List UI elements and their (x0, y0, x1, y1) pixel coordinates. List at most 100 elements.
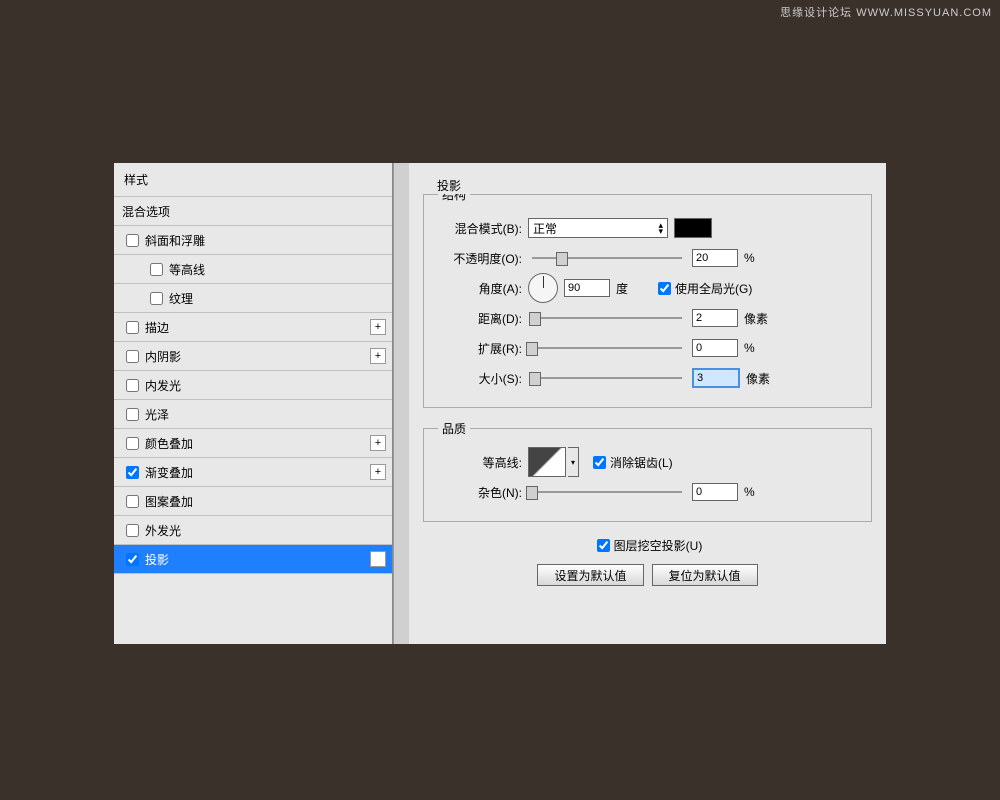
spread-slider[interactable] (532, 347, 682, 349)
style-item-图案叠加[interactable]: 图案叠加 (114, 487, 392, 516)
contour-dropdown[interactable]: ▾ (568, 447, 579, 477)
style-checkbox[interactable] (126, 379, 139, 392)
distance-unit: 像素 (744, 310, 774, 327)
distance-slider[interactable] (532, 317, 682, 319)
opacity-row: 不透明度(O): % (438, 247, 857, 269)
quality-legend: 品质 (438, 420, 470, 437)
style-checkbox[interactable] (126, 437, 139, 450)
slider-thumb[interactable] (526, 486, 538, 500)
distance-row: 距离(D): 像素 (438, 307, 857, 329)
antialias-label: 消除锯齿(L) (610, 454, 673, 471)
style-label: 描边 (145, 319, 370, 336)
style-label: 光泽 (145, 406, 386, 423)
style-checkbox[interactable] (126, 234, 139, 247)
add-effect-icon[interactable]: + (370, 435, 386, 451)
opacity-unit: % (744, 251, 774, 265)
angle-dial[interactable] (528, 273, 558, 303)
styles-scrollbar[interactable] (393, 163, 409, 644)
style-label: 颜色叠加 (145, 435, 370, 452)
style-item-等高线[interactable]: 等高线 (114, 255, 392, 284)
noise-unit: % (744, 485, 774, 499)
spread-row: 扩展(R): % (438, 337, 857, 359)
noise-input[interactable] (692, 483, 738, 501)
style-label: 斜面和浮雕 (145, 232, 386, 249)
style-item-渐变叠加[interactable]: 渐变叠加+ (114, 458, 392, 487)
add-effect-icon[interactable]: + (370, 348, 386, 364)
size-slider[interactable] (532, 377, 682, 379)
style-item-外发光[interactable]: 外发光 (114, 516, 392, 545)
quality-group: 品质 等高线: ▾ 消除锯齿(L) 杂色(N): % (423, 420, 872, 522)
drop-shadow-panel: 投影 结构 混合模式(B): 正常 ▴▾ 不透明度(O): % 角度(A): (409, 163, 886, 644)
global-light-checkbox[interactable] (658, 282, 671, 295)
style-checkbox[interactable] (126, 350, 139, 363)
panel-title: 投影 (431, 177, 467, 194)
spread-label: 扩展(R): (438, 340, 522, 357)
style-label: 外发光 (145, 522, 386, 539)
spread-input[interactable] (692, 339, 738, 357)
blend-mode-value: 正常 (533, 220, 557, 237)
noise-row: 杂色(N): % (438, 481, 857, 503)
styles-header: 样式 (114, 163, 392, 197)
style-label: 等高线 (169, 261, 386, 278)
contour-preview[interactable] (528, 447, 566, 477)
style-checkbox[interactable] (150, 263, 163, 276)
spread-unit: % (744, 341, 774, 355)
size-row: 大小(S): 像素 (438, 367, 857, 389)
watermark-text: 思缘设计论坛 WWW.MISSYUAN.COM (780, 4, 992, 20)
opacity-label: 不透明度(O): (438, 250, 522, 267)
add-effect-icon[interactable]: + (370, 319, 386, 335)
style-item-描边[interactable]: 描边+ (114, 313, 392, 342)
slider-thumb[interactable] (526, 342, 538, 356)
style-checkbox[interactable] (150, 292, 163, 305)
antialias-checkbox[interactable] (593, 456, 606, 469)
blend-mode-select[interactable]: 正常 ▴▾ (528, 218, 668, 238)
shadow-color-swatch[interactable] (674, 218, 712, 238)
add-effect-icon[interactable]: + (370, 464, 386, 480)
size-unit: 像素 (746, 370, 776, 387)
style-label: 图案叠加 (145, 493, 386, 510)
distance-input[interactable] (692, 309, 738, 327)
style-item-颜色叠加[interactable]: 颜色叠加+ (114, 429, 392, 458)
slider-thumb[interactable] (529, 312, 541, 326)
style-label: 投影 (145, 551, 370, 568)
style-item-斜面和浮雕[interactable]: 斜面和浮雕 (114, 226, 392, 255)
angle-row: 角度(A): 度 使用全局光(G) (438, 277, 857, 299)
style-item-投影[interactable]: 投影+ (114, 545, 392, 574)
style-label: 混合选项 (122, 203, 386, 220)
style-checkbox[interactable] (126, 321, 139, 334)
angle-input[interactable] (564, 279, 610, 297)
style-item-混合选项[interactable]: 混合选项 (114, 197, 392, 226)
knockout-checkbox[interactable] (597, 539, 610, 552)
style-checkbox[interactable] (126, 408, 139, 421)
reset-default-button[interactable]: 复位为默认值 (652, 564, 758, 586)
contour-label: 等高线: (438, 454, 522, 471)
style-checkbox[interactable] (126, 495, 139, 508)
style-item-内阴影[interactable]: 内阴影+ (114, 342, 392, 371)
style-label: 内阴影 (145, 348, 370, 365)
contour-row: 等高线: ▾ 消除锯齿(L) (438, 451, 857, 473)
style-item-内发光[interactable]: 内发光 (114, 371, 392, 400)
blend-mode-row: 混合模式(B): 正常 ▴▾ (438, 217, 857, 239)
knockout-label: 图层挖空投影(U) (614, 537, 703, 554)
slider-thumb[interactable] (529, 372, 541, 386)
size-input[interactable] (692, 368, 740, 388)
size-label: 大小(S): (438, 370, 522, 387)
style-label: 内发光 (145, 377, 386, 394)
opacity-slider[interactable] (532, 257, 682, 259)
styles-left-panel: 样式 混合选项斜面和浮雕等高线纹理描边+内阴影+内发光光泽颜色叠加+渐变叠加+图… (114, 163, 393, 644)
knockout-row: 图层挖空投影(U) (423, 534, 872, 556)
style-checkbox[interactable] (126, 466, 139, 479)
style-item-纹理[interactable]: 纹理 (114, 284, 392, 313)
style-checkbox[interactable] (126, 553, 139, 566)
set-default-button[interactable]: 设置为默认值 (537, 564, 643, 586)
style-checkbox[interactable] (126, 524, 139, 537)
noise-label: 杂色(N): (438, 484, 522, 501)
add-effect-icon[interactable]: + (370, 551, 386, 567)
noise-slider[interactable] (532, 491, 682, 493)
global-light-label: 使用全局光(G) (675, 280, 752, 297)
styles-list: 混合选项斜面和浮雕等高线纹理描边+内阴影+内发光光泽颜色叠加+渐变叠加+图案叠加… (114, 197, 392, 644)
opacity-input[interactable] (692, 249, 738, 267)
style-label: 渐变叠加 (145, 464, 370, 481)
slider-thumb[interactable] (556, 252, 568, 266)
style-item-光泽[interactable]: 光泽 (114, 400, 392, 429)
